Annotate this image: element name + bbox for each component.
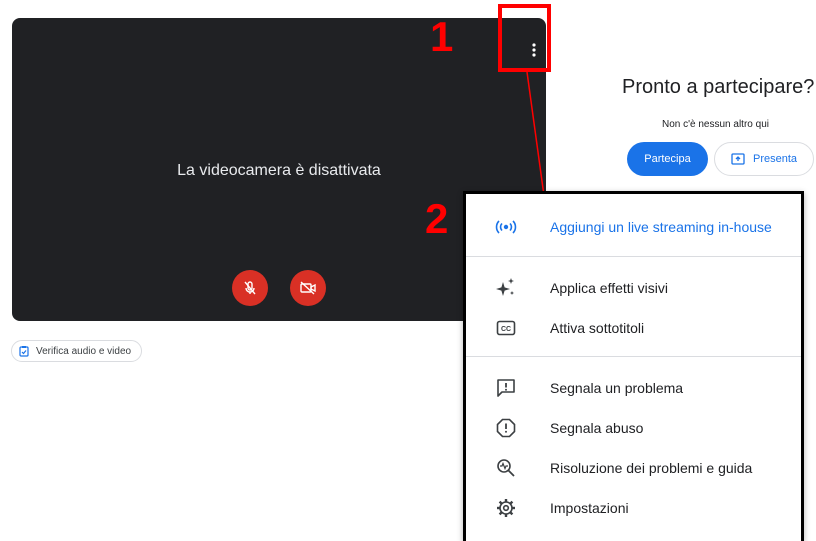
menu-item-report-abuse[interactable]: Segnala abuso bbox=[466, 408, 801, 448]
annotation-highlight-box bbox=[498, 4, 551, 72]
clipboard-check-icon bbox=[19, 346, 29, 357]
report-icon bbox=[494, 416, 518, 440]
check-audio-video-button[interactable]: Verifica audio e video bbox=[11, 340, 143, 362]
menu-divider bbox=[466, 256, 801, 257]
sparkle-icon bbox=[494, 276, 518, 300]
camera-off-icon bbox=[300, 281, 316, 295]
menu-item-label: Risoluzione dei problemi e guida bbox=[550, 460, 753, 476]
live-stream-icon bbox=[494, 215, 518, 239]
troubleshoot-icon bbox=[494, 456, 518, 480]
menu-item-label: Segnala un problema bbox=[550, 380, 684, 396]
menu-item-troubleshooting[interactable]: Risoluzione dei problemi e guida bbox=[466, 448, 801, 488]
camera-off-text: La videocamera è disattivata bbox=[177, 162, 381, 179]
camera-toggle-button[interactable] bbox=[290, 270, 326, 306]
present-button[interactable]: Presenta bbox=[714, 142, 814, 176]
check-audio-video-label: Verifica audio e video bbox=[36, 345, 132, 357]
annotation-number-2: 2 bbox=[425, 195, 449, 242]
present-screen-icon bbox=[731, 153, 745, 165]
present-label: Presenta bbox=[752, 153, 798, 165]
menu-item-captions[interactable]: CC Attiva sottotitoli bbox=[466, 308, 801, 348]
menu-divider bbox=[466, 356, 801, 357]
feedback-icon bbox=[494, 376, 518, 400]
microphone-toggle-button[interactable] bbox=[232, 270, 268, 306]
menu-item-add-live-stream[interactable]: Aggiungi un live streaming in-house bbox=[466, 207, 801, 247]
menu-item-label: Aggiungi un live streaming in-house bbox=[550, 219, 772, 235]
nobody-here-text: Non c'è nessun altro qui bbox=[662, 119, 769, 130]
svg-text:CC: CC bbox=[501, 326, 511, 333]
menu-item-settings[interactable]: Impostazioni bbox=[466, 488, 801, 528]
menu-item-label: Applica effetti visivi bbox=[550, 280, 669, 296]
menu-item-label: Segnala abuso bbox=[550, 420, 644, 436]
more-options-menu: Aggiungi un live streaming in-house Appl… bbox=[463, 191, 804, 541]
captions-icon: CC bbox=[494, 316, 518, 340]
menu-item-label: Attiva sottotitoli bbox=[550, 320, 645, 336]
join-button[interactable]: Partecipa bbox=[627, 142, 708, 176]
menu-item-visual-effects[interactable]: Applica effetti visivi bbox=[466, 268, 801, 308]
annotation-number-1: 1 bbox=[430, 13, 454, 60]
gear-icon bbox=[494, 496, 518, 520]
ready-to-join-title: Pronto a partecipare? bbox=[622, 76, 815, 98]
mic-off-icon bbox=[244, 281, 256, 295]
menu-item-report-problem[interactable]: Segnala un problema bbox=[466, 368, 801, 408]
menu-item-label: Impostazioni bbox=[550, 500, 629, 516]
